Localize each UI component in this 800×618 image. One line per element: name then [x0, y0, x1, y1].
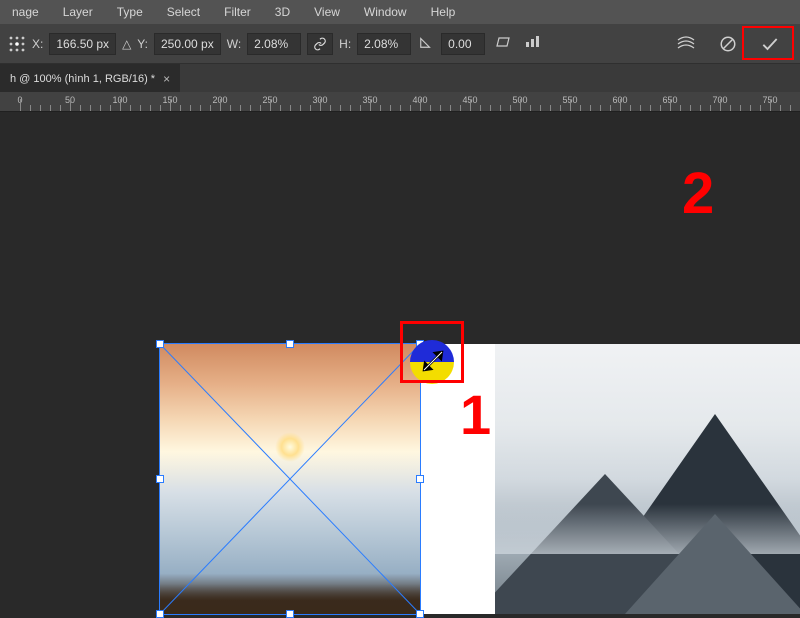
w-field[interactable]: 2.08% [247, 33, 301, 55]
link-aspect-button[interactable] [307, 33, 333, 55]
sun-glow [275, 432, 305, 462]
placed-image-2 [495, 344, 800, 614]
reference-point-icon[interactable] [8, 35, 26, 53]
annotation-number-2: 2 [682, 160, 714, 227]
menu-view[interactable]: View [302, 1, 352, 23]
x-label: X: [32, 37, 43, 51]
menu-image[interactable]: nage [0, 1, 51, 23]
delta-icon[interactable]: △ [122, 37, 131, 51]
commit-transform-icon[interactable] [758, 32, 782, 56]
h-field[interactable]: 2.08% [357, 33, 411, 55]
rotate-icon[interactable] [417, 35, 435, 52]
menu-layer[interactable]: Layer [51, 1, 105, 23]
close-tab-icon[interactable]: × [163, 72, 170, 86]
skew-h-icon[interactable] [491, 36, 515, 51]
y-label: Y: [137, 37, 148, 51]
document-tab-bar: h @ 100% (hình 1, RGB/16) * × [0, 64, 800, 92]
placed-image-1[interactable] [160, 344, 420, 614]
menu-select[interactable]: Select [155, 1, 212, 23]
menu-help[interactable]: Help [419, 1, 468, 23]
w-label: W: [227, 37, 241, 51]
angle-field[interactable]: 0.00 [441, 33, 485, 55]
menu-type[interactable]: Type [105, 1, 155, 23]
cancel-transform-icon[interactable] [716, 32, 740, 56]
document-tab-title: h @ 100% (hình 1, RGB/16) * [10, 73, 155, 85]
options-bar: X: 166.50 px △ Y: 250.00 px W: 2.08% H: … [0, 24, 800, 64]
menu-filter[interactable]: Filter [212, 1, 263, 23]
transform-actions [674, 32, 800, 56]
document-tab[interactable]: h @ 100% (hình 1, RGB/16) * × [0, 64, 180, 92]
warp-mode-icon[interactable] [674, 32, 698, 56]
annotation-number-1: 1 [460, 382, 491, 447]
x-field[interactable]: 166.50 px [49, 33, 116, 55]
horizontal-ruler: 0501001502002503003504004505005506006507… [0, 92, 800, 112]
interpolation-icon[interactable] [521, 36, 549, 51]
mountain-shape [625, 514, 800, 614]
menu-window[interactable]: Window [352, 1, 419, 23]
menu-bar: nage Layer Type Select Filter 3D View Wi… [0, 0, 800, 24]
h-label: H: [339, 37, 351, 51]
y-field[interactable]: 250.00 px [154, 33, 221, 55]
menu-3d[interactable]: 3D [263, 1, 302, 23]
annotation-box-1 [400, 321, 464, 383]
